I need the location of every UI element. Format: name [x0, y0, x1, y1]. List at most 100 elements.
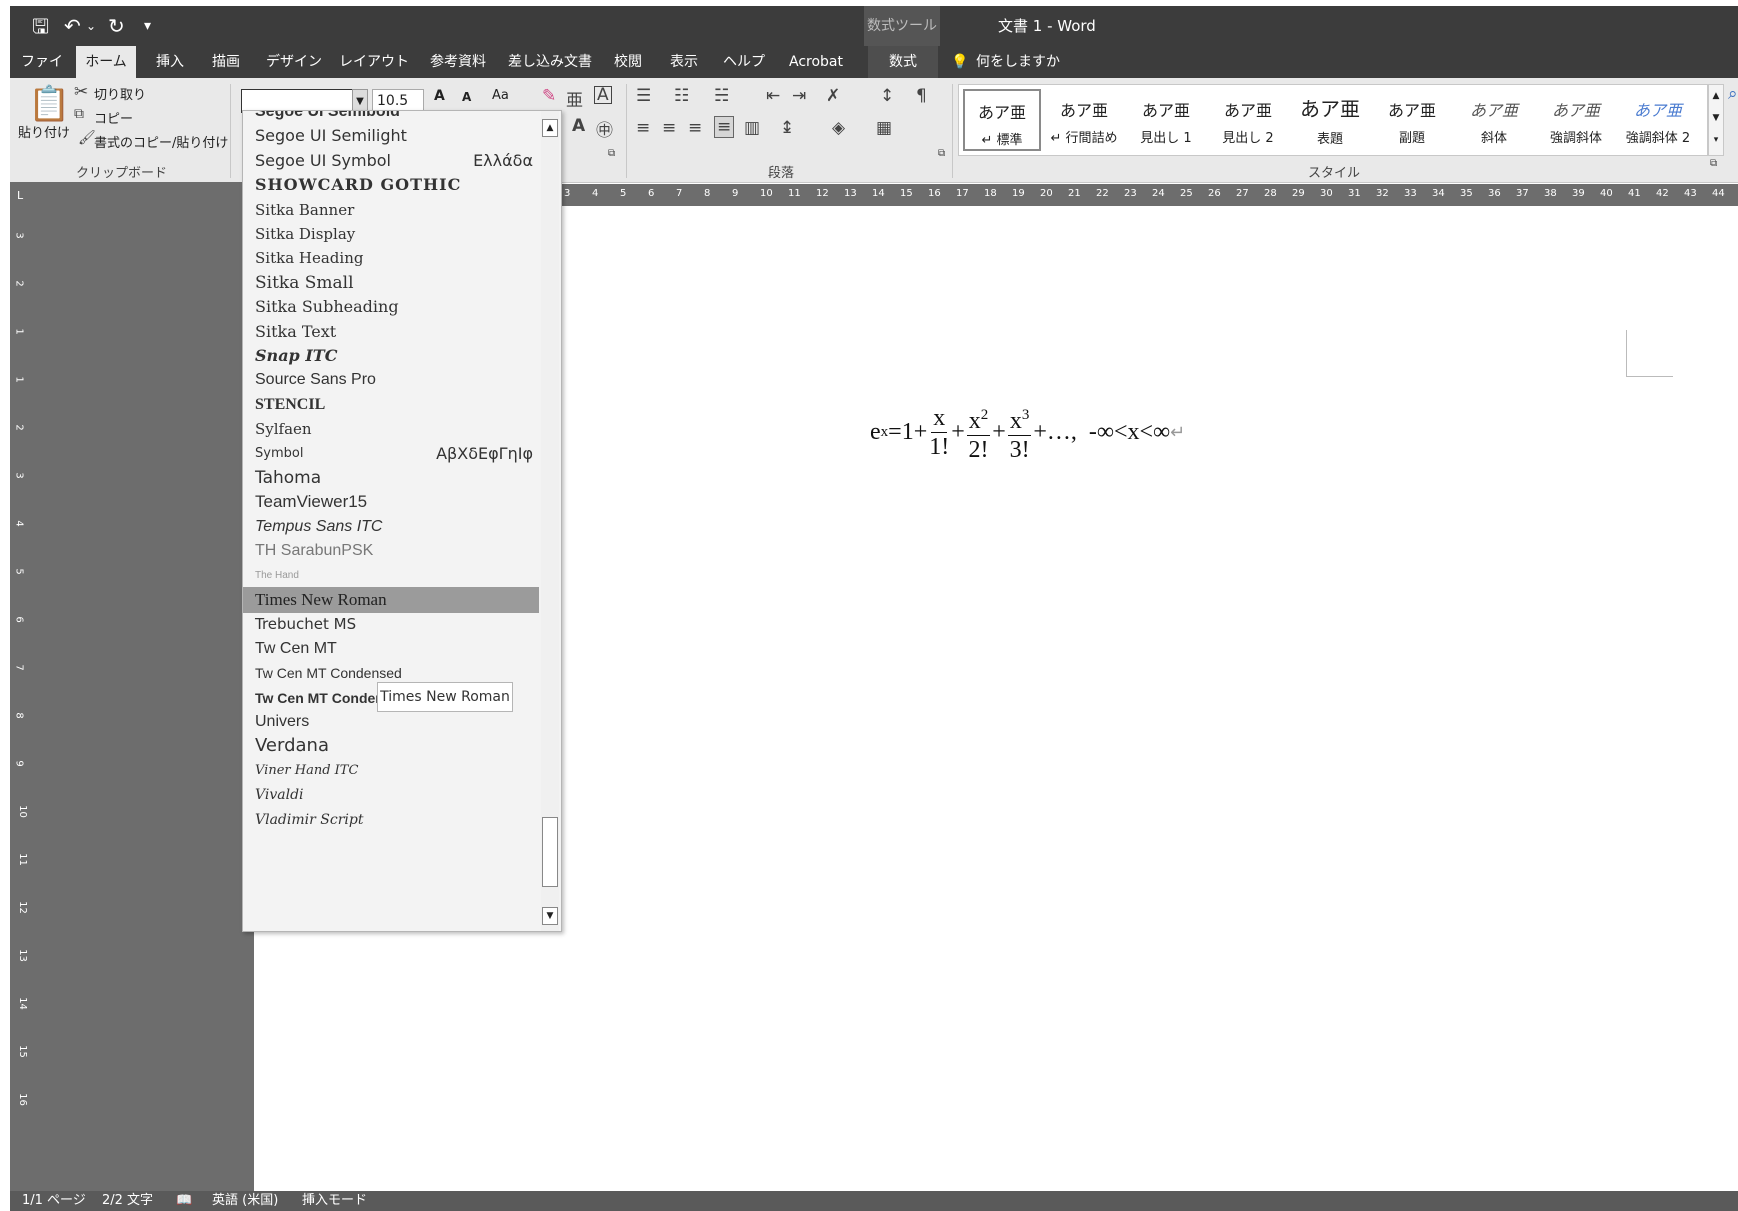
horizontal-ruler[interactable]: 3 4 5 6 7 8 9 10 11 12 13 14 15 16 17 18 19 20 21 22 23 24 25 2…	[560, 184, 1738, 206]
style-heading-2[interactable]: あア亜 見出し 2	[1209, 89, 1287, 151]
font-list-item[interactable]: Segoe UI Semilight	[243, 123, 539, 149]
font-list-item[interactable]: Tw Cen MT	[243, 636, 539, 662]
font-list-item[interactable]: Sitka Banner	[243, 197, 539, 223]
scroll-thumb[interactable]	[542, 817, 558, 887]
tab-references[interactable]: 参考資料	[420, 46, 496, 78]
character-border-icon[interactable]: A	[594, 86, 612, 104]
font-list-item[interactable]: Sylfaen	[243, 416, 539, 442]
borders-icon[interactable]: ▦	[876, 118, 892, 138]
tab-file[interactable]: ファイル	[16, 46, 68, 102]
styles-group-launcher-icon[interactable]: ⧉	[1710, 158, 1717, 169]
find-icon[interactable]: ⌕	[1728, 84, 1738, 104]
enclose-characters-icon[interactable]: ㊥	[596, 116, 613, 141]
text-direction-icon[interactable]: ✗	[826, 86, 840, 106]
font-list-item[interactable]: Univers	[243, 709, 539, 735]
undo-icon[interactable]: ↶	[64, 12, 81, 40]
font-list-item[interactable]: Sitka Display	[243, 221, 539, 247]
font-list-item[interactable]: Tempus Sans ITC	[243, 514, 539, 540]
decrease-indent-icon[interactable]: ⇤	[766, 86, 780, 106]
undo-dropdown-icon[interactable]: ⌄	[86, 12, 96, 40]
format-painter-button[interactable]: 書式のコピー/貼り付け	[94, 132, 228, 151]
font-list-item[interactable]: Snap ITC	[243, 343, 539, 369]
style-intense-emphasis-2[interactable]: あア亜 強調斜体 2	[1619, 89, 1697, 151]
style-emphasis[interactable]: あア亜 斜体	[1455, 89, 1533, 151]
font-list-scrollbar[interactable]: ▲ ▼	[541, 111, 559, 931]
font-list-item[interactable]: SHOWCARD GOTHIC	[243, 172, 539, 198]
scroll-up-button[interactable]: ▲	[542, 119, 558, 137]
proofing-icon[interactable]: 📖	[176, 1191, 192, 1211]
line-spacing-icon[interactable]: ↨	[780, 118, 794, 138]
align-left-icon[interactable]: ≡	[636, 118, 650, 138]
paragraph-group-launcher-icon[interactable]: ⧉	[938, 148, 945, 159]
font-list-item[interactable]: Vladimir Script	[243, 807, 539, 833]
tab-mailings[interactable]: 差し込み文書	[504, 46, 596, 78]
font-group-launcher-icon[interactable]: ⧉	[608, 148, 615, 159]
equation[interactable]: ex =1+ x 1! + x2 2! + x3 3! +…, -∞<x<∞ ↵	[870, 392, 1185, 472]
paste-icon[interactable]: 📋	[28, 84, 70, 124]
sort-icon[interactable]: ↕	[880, 86, 894, 106]
font-list-item[interactable]: Tahoma	[243, 465, 539, 491]
font-list-item[interactable]: TeamViewer15	[243, 489, 539, 515]
font-list-item[interactable]: Viner Hand ITC	[243, 758, 539, 784]
font-dropdown-list[interactable]: Segoe UI Semibold Segoe UI Semilight Segoe…	[242, 110, 562, 932]
clear-formatting-icon[interactable]: ✎	[542, 86, 556, 106]
font-list-item[interactable]: The Hand	[243, 563, 539, 589]
vertical-ruler[interactable]: 3 2 1 1 2 3 4 5 6 7 8 9 10 11 12 13 14 15 16	[10, 212, 32, 1188]
increase-indent-icon[interactable]: ⇥	[792, 86, 806, 106]
font-list-item[interactable]: Segoe UI Symbol Ελλάδα	[243, 148, 539, 174]
tab-draw[interactable]: 描画	[204, 46, 248, 78]
font-list-item[interactable]: Sitka Small	[243, 270, 539, 296]
phonetic-guide-icon[interactable]: 亜	[566, 86, 583, 111]
font-list-item[interactable]: Sitka Heading	[243, 245, 539, 271]
distributed-icon[interactable]: ▥	[744, 118, 760, 138]
numbering-icon[interactable]: ☷	[674, 86, 689, 106]
shrink-font-button[interactable]: A	[462, 90, 471, 104]
align-right-icon[interactable]: ≡	[688, 118, 702, 138]
tab-layout[interactable]: レイアウト	[336, 46, 412, 78]
styles-scroll[interactable]: ▲ ▼ ▾	[1708, 84, 1724, 156]
show-marks-icon[interactable]: ¶	[916, 86, 927, 106]
cut-button[interactable]: 切り取り	[94, 84, 146, 103]
style-title[interactable]: あア亜 表題	[1291, 89, 1369, 151]
scroll-down-button[interactable]: ▼	[542, 907, 558, 925]
style-intense-emphasis[interactable]: あア亜 強調斜体	[1537, 89, 1615, 151]
font-list-item[interactable]: Symbol ΑβΧδΕφΓηΙφ	[243, 441, 539, 467]
page-count[interactable]: 1/1 ページ	[22, 1191, 86, 1211]
font-list-item[interactable]: Source Sans Pro	[243, 367, 539, 393]
align-center-icon[interactable]: ≡	[662, 118, 676, 138]
grow-font-button[interactable]: A	[434, 88, 445, 104]
qat-customize-icon[interactable]: ▾	[144, 12, 151, 40]
style-heading-1[interactable]: あア亜 見出し 1	[1127, 89, 1205, 151]
tab-design[interactable]: デザイン	[262, 46, 326, 78]
multilevel-list-icon[interactable]: ☵	[714, 86, 729, 106]
font-list-item[interactable]: Sitka Subheading	[243, 294, 539, 320]
justify-icon[interactable]: ≡	[714, 116, 735, 138]
font-list-item[interactable]: STENCIL	[243, 392, 539, 418]
language-indicator[interactable]: 英語 (米国)	[212, 1191, 278, 1211]
tab-help[interactable]: ヘルプ	[718, 46, 770, 78]
tab-selector[interactable]: L	[10, 182, 36, 212]
tab-view[interactable]: 表示	[662, 46, 706, 78]
word-count[interactable]: 2/2 文字	[102, 1191, 153, 1211]
font-list-item[interactable]: Trebuchet MS	[243, 611, 539, 637]
tab-acrobat[interactable]: Acrobat	[778, 46, 854, 78]
font-list-item[interactable]: Sitka Text	[243, 319, 539, 345]
font-list-item[interactable]: Vivaldi	[243, 782, 539, 808]
font-list-item[interactable]: Verdana	[243, 733, 539, 759]
bullets-icon[interactable]: ☰	[636, 86, 651, 106]
paste-button[interactable]: 貼り付け	[18, 122, 70, 141]
change-case-button[interactable]: Aa	[492, 88, 509, 103]
tell-me-box[interactable]: 何をしますか	[976, 46, 1076, 78]
font-size-input[interactable]: 10.5	[372, 89, 424, 111]
tab-insert[interactable]: 挿入	[148, 46, 192, 78]
insert-mode[interactable]: 挿入モード	[302, 1191, 367, 1211]
font-list-item[interactable]: TH SarabunPSK	[243, 538, 539, 564]
highlight-color-icon[interactable]: A	[572, 116, 585, 136]
style-normal[interactable]: あア亜 ↵ 標準	[963, 89, 1041, 151]
shading-icon[interactable]: ◈	[832, 118, 845, 138]
redo-icon[interactable]: ↻	[108, 12, 125, 40]
font-list-item[interactable]: Times New Roman	[243, 587, 539, 613]
style-no-spacing[interactable]: あア亜 ↵ 行間詰め	[1045, 89, 1123, 151]
style-subtitle[interactable]: あア亜 副題	[1373, 89, 1451, 151]
copy-button[interactable]: コピー	[94, 108, 133, 127]
